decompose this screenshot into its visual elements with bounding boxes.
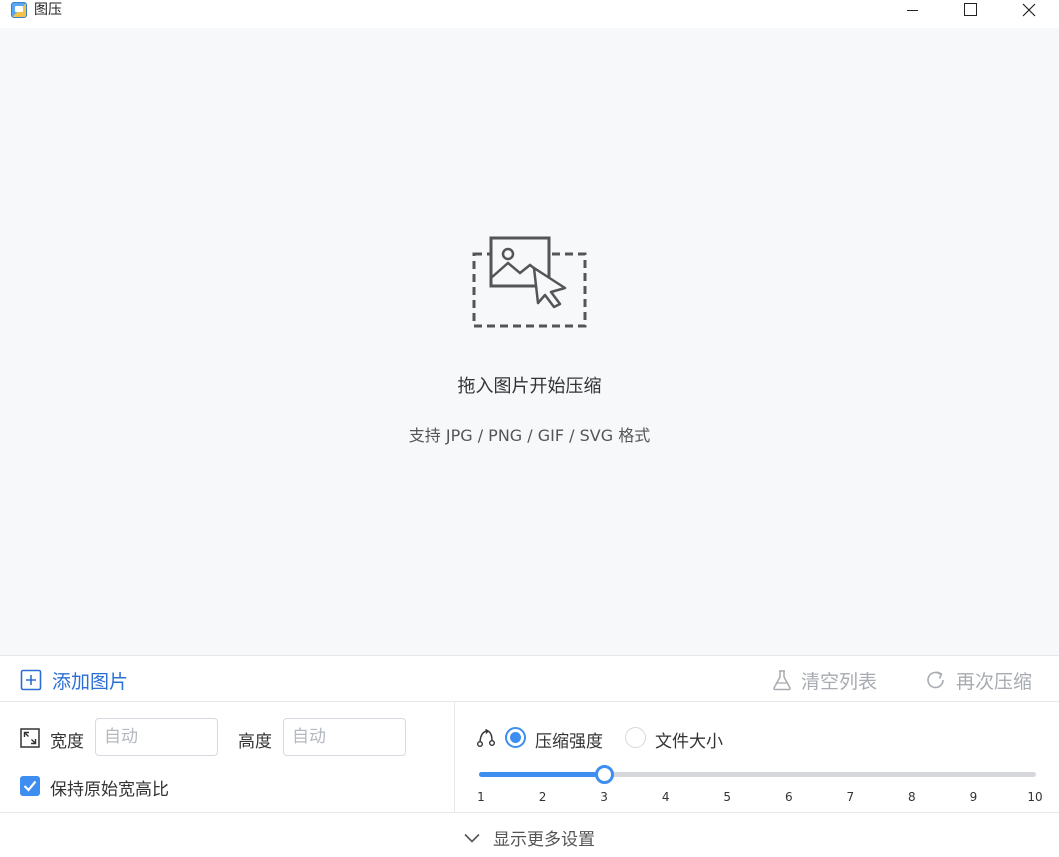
clear-list-label: 清空列表 (801, 670, 878, 693)
window-title: 图压 (34, 2, 62, 18)
slider-tick-label: 1 (477, 790, 485, 804)
recompress-label: 再次压缩 (956, 670, 1033, 693)
slider-tick-label: 3 (600, 790, 608, 804)
slider-handle[interactable] (594, 765, 614, 784)
flask-icon (773, 670, 791, 691)
resize-icon (20, 728, 40, 748)
keep-ratio-label: 保持原始宽高比 (50, 780, 169, 800)
maximize-button[interactable] (942, 0, 1000, 22)
compression-slider[interactable] (479, 772, 1036, 777)
height-input[interactable] (283, 718, 406, 756)
add-square-icon (20, 669, 42, 691)
more-settings-bar: 显示更多设置 (0, 813, 1059, 857)
slider-tick-label: 2 (538, 790, 547, 804)
settings-divider (454, 702, 455, 813)
drop-subtitle: 支持 JPG / PNG / GIF / SVG 格式 (408, 426, 651, 445)
keep-ratio-checkbox[interactable] (20, 776, 40, 796)
compress-mode-icon (477, 728, 495, 747)
slider-tick-label: 4 (661, 790, 670, 804)
clear-list-button[interactable]: 清空列表 (772, 668, 878, 693)
strength-mode-radio[interactable] (505, 727, 526, 748)
app-icon (11, 2, 27, 18)
height-label: 高度 (238, 732, 272, 752)
file-size-mode-label: 文件大小 (655, 732, 723, 752)
drop-zone[interactable]: 拖入图片开始压缩 支持 JPG / PNG / GIF / SVG 格式 (0, 28, 1059, 655)
minimize-button[interactable] (884, 0, 942, 22)
width-label: 宽度 (50, 732, 84, 752)
settings-panel: 宽度 高度 保持原始宽高比 压缩强度 文件大小 1 2 3 4 5 6 7 8 9 10 (0, 702, 1059, 813)
width-input[interactable] (95, 718, 218, 756)
slider-tick-label: 10 (1027, 790, 1043, 804)
image-drop-icon (472, 236, 587, 328)
close-button[interactable] (1000, 0, 1058, 22)
chevron-down-icon (464, 833, 480, 843)
drop-title: 拖入图片开始压缩 (457, 376, 602, 397)
title-bar: 图压 (0, 0, 1059, 28)
slider-tick-label: 9 (969, 790, 978, 804)
recompress-button[interactable]: 再次压缩 (925, 668, 1033, 693)
add-image-label: 添加图片 (52, 670, 129, 693)
show-more-settings-label: 显示更多设置 (493, 830, 595, 850)
checkmark-icon (23, 780, 37, 792)
slider-tick-label: 8 (908, 790, 916, 804)
strength-mode-label: 压缩强度 (535, 732, 603, 752)
show-more-settings-button[interactable]: 显示更多设置 (463, 825, 595, 850)
file-size-mode-radio[interactable] (625, 727, 646, 748)
add-image-button[interactable]: 添加图片 (20, 668, 129, 693)
slider-tick-label: 5 (723, 790, 732, 804)
slider-tick-label: 6 (784, 790, 793, 804)
close-icon (1022, 3, 1036, 17)
refresh-icon (927, 671, 944, 689)
slider-tick-label: 7 (846, 790, 855, 804)
slider-fill (479, 772, 605, 777)
toolbar: 添加图片 清空列表 再次压缩 (0, 655, 1059, 702)
